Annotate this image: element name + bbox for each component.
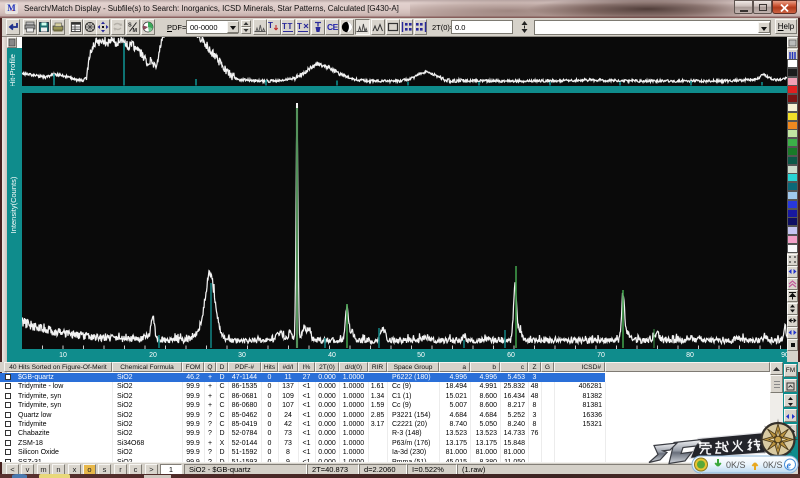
svg-text:0K/S: 0K/S bbox=[726, 460, 746, 470]
svg-text:T: T bbox=[268, 21, 273, 30]
svg-text:e: e bbox=[787, 461, 792, 472]
svg-text:T: T bbox=[282, 22, 287, 31]
svg-text:T: T bbox=[288, 22, 293, 31]
svg-text:M: M bbox=[133, 28, 138, 33]
svg-text:T: T bbox=[297, 22, 302, 31]
svg-text:0K/S: 0K/S bbox=[763, 460, 783, 470]
svg-text:S: S bbox=[128, 23, 132, 29]
